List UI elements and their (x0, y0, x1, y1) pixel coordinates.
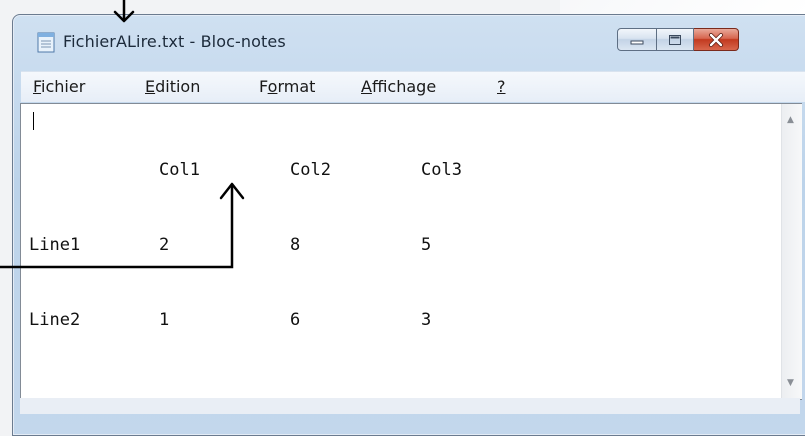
caption-buttons (617, 28, 739, 51)
window-title: FichierALire.txt - Bloc-notes (63, 32, 286, 51)
editor-content: Col1 Col2 Col3 Line1 2 8 5 Line2 1 6 3 (29, 108, 462, 383)
minimize-button[interactable] (617, 28, 657, 51)
notepad-icon (37, 32, 55, 53)
scroll-down-icon[interactable]: ▼ (787, 379, 794, 388)
text-line: Line2 1 6 3 (29, 310, 432, 330)
header-line: Col1 Col2 Col3 (159, 160, 462, 180)
menu-help[interactable]: ? (497, 77, 506, 96)
close-button[interactable] (694, 28, 739, 51)
menu-format[interactable]: Format (259, 77, 315, 96)
maximize-button[interactable] (657, 28, 694, 51)
menu-edition[interactable]: Edition (145, 77, 200, 96)
vertical-scrollbar[interactable]: ▲ ▼ (781, 104, 802, 399)
menu-fichier[interactable]: Fichier (33, 77, 85, 96)
title-bar[interactable]: FichierALire.txt - Bloc-notes (13, 15, 805, 71)
close-icon (709, 32, 723, 47)
text-line: Line1 2 8 5 (29, 235, 432, 255)
scroll-up-icon[interactable]: ▲ (787, 116, 794, 125)
menu-affichage[interactable]: Affichage (361, 77, 436, 96)
window-bottom-frame (20, 398, 800, 414)
maximize-icon (669, 34, 681, 45)
minimize-icon (630, 40, 644, 44)
text-editor[interactable]: Col1 Col2 Col3 Line1 2 8 5 Line2 1 6 3 ▲ ▼ (20, 103, 802, 400)
menu-bar: Fichier Edition Format Affichage ? (21, 71, 805, 102)
